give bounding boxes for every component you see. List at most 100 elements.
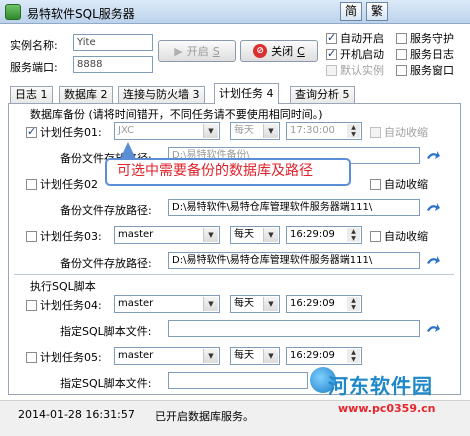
task01-time-spinner[interactable]: 17:30:00 ▲ ▼ bbox=[286, 122, 362, 140]
tab-scheduled-tasks[interactable]: 计划任务 4 bbox=[214, 83, 279, 104]
task05-label: 计划任务05: bbox=[40, 351, 102, 364]
play-icon: ▶ bbox=[174, 44, 183, 58]
task01-freq-value: 每天 bbox=[234, 125, 254, 136]
start-button-label: 开启 bbox=[186, 45, 209, 58]
watermark-text: 河东软件园 bbox=[328, 374, 433, 398]
spin-down-icon[interactable]: ▼ bbox=[347, 131, 360, 138]
task05-db-select[interactable]: master ▼ bbox=[114, 347, 220, 365]
spin-down-icon[interactable]: ▼ bbox=[347, 356, 360, 363]
task04-db-value: master bbox=[118, 298, 154, 309]
browse-folder-icon[interactable] bbox=[425, 254, 441, 268]
task03-freq-select[interactable]: 每天 ▼ bbox=[230, 226, 280, 244]
task02-checkbox[interactable]: 计划任务02 bbox=[26, 176, 98, 192]
status-message: 已开启数据库服务。 bbox=[155, 410, 254, 423]
dropdown-arrow-icon[interactable]: ▼ bbox=[263, 349, 278, 363]
task05-db-value: master bbox=[118, 350, 154, 361]
service-guard-label: 服务守护 bbox=[410, 32, 454, 45]
task03-path-input[interactable]: D:\易特软件\易特仓库管理软件服务器端111\ bbox=[168, 252, 420, 269]
task01-db-select[interactable]: JXC ▼ bbox=[114, 122, 220, 140]
dropdown-arrow-icon[interactable]: ▼ bbox=[203, 124, 218, 138]
tab-log[interactable]: 日志 1 bbox=[10, 86, 53, 103]
task05-file-input[interactable] bbox=[168, 372, 308, 389]
checkbox-box[interactable] bbox=[26, 299, 37, 311]
task03-db-select[interactable]: master ▼ bbox=[114, 226, 220, 244]
checkbox-box[interactable] bbox=[370, 230, 381, 242]
default-instance-checkbox[interactable]: 默认实例 bbox=[326, 62, 384, 78]
instance-input[interactable]: Yite bbox=[73, 34, 153, 51]
port-input[interactable]: 8888 bbox=[73, 56, 153, 73]
task04-db-select[interactable]: master ▼ bbox=[114, 295, 220, 313]
boot-start-label: 开机启动 bbox=[340, 48, 384, 61]
task01-db-value: JXC bbox=[118, 125, 135, 136]
task05-checkbox[interactable]: 计划任务05: bbox=[26, 349, 102, 365]
task02-path-label: 备份文件存放路径: bbox=[60, 204, 152, 217]
boot-start-checkbox[interactable]: 开机启动 bbox=[326, 46, 384, 62]
task02-path-input[interactable]: D:\易特软件\易特仓库管理软件服务器端111\ bbox=[168, 199, 420, 216]
dropdown-arrow-icon[interactable]: ▼ bbox=[263, 124, 278, 138]
checkbox-box[interactable] bbox=[26, 125, 37, 138]
checkbox-box[interactable] bbox=[26, 178, 37, 190]
spin-down-icon[interactable]: ▼ bbox=[347, 304, 360, 311]
task04-time-spinner[interactable]: 16:29:09 ▲ ▼ bbox=[286, 295, 362, 313]
dropdown-arrow-icon[interactable]: ▼ bbox=[263, 297, 278, 311]
checkbox-box[interactable] bbox=[396, 32, 407, 44]
browse-folder-icon[interactable] bbox=[425, 201, 441, 215]
close-button-key: C bbox=[297, 44, 305, 58]
dropdown-arrow-icon[interactable]: ▼ bbox=[203, 349, 218, 363]
traditional-button[interactable]: 繁 bbox=[366, 2, 388, 21]
checkbox-box[interactable] bbox=[370, 178, 381, 190]
dropdown-arrow-icon[interactable]: ▼ bbox=[203, 297, 218, 311]
checkbox-box[interactable] bbox=[26, 351, 37, 363]
spin-up-icon[interactable]: ▲ bbox=[347, 228, 360, 235]
close-button[interactable]: ⊘ 关闭 C bbox=[240, 40, 318, 62]
checkbox-box[interactable] bbox=[396, 48, 407, 60]
task03-time-spinner[interactable]: 16:29:09 ▲ ▼ bbox=[286, 226, 362, 244]
auto-start-checkbox[interactable]: 自动开启 bbox=[326, 30, 384, 46]
sql-section-title: 执行SQL脚本 bbox=[30, 280, 96, 293]
service-log-checkbox[interactable]: 服务日志 bbox=[396, 46, 454, 62]
service-guard-checkbox[interactable]: 服务守护 bbox=[396, 30, 454, 46]
task04-label: 计划任务04: bbox=[40, 299, 102, 312]
spin-down-icon[interactable]: ▼ bbox=[347, 235, 360, 242]
start-button-key: S bbox=[212, 44, 220, 58]
task03-checkbox[interactable]: 计划任务03: bbox=[26, 228, 102, 244]
simplified-button[interactable]: 简 bbox=[340, 2, 362, 21]
task01-auto-compress-checkbox[interactable]: 自动收缩 bbox=[370, 124, 428, 140]
close-button-label: 关闭 bbox=[271, 45, 294, 58]
spin-up-icon[interactable]: ▲ bbox=[347, 297, 360, 304]
task02-label: 计划任务02 bbox=[40, 178, 98, 191]
checkbox-box[interactable] bbox=[396, 64, 407, 76]
task05-time-spinner[interactable]: 16:29:09 ▲ ▼ bbox=[286, 347, 362, 365]
task03-time-value: 16:29:09 bbox=[290, 229, 335, 240]
checkbox-box[interactable] bbox=[326, 31, 337, 44]
tab-query-analysis[interactable]: 查询分析 5 bbox=[290, 86, 355, 103]
start-button[interactable]: ▶ 开启 S bbox=[158, 40, 236, 62]
stop-icon: ⊘ bbox=[253, 44, 268, 58]
task04-time-value: 16:29:09 bbox=[290, 298, 335, 309]
service-window-checkbox[interactable]: 服务窗口 bbox=[396, 62, 454, 78]
task03-path-label: 备份文件存放路径: bbox=[60, 257, 152, 270]
spin-up-icon[interactable]: ▲ bbox=[347, 349, 360, 356]
dropdown-arrow-icon[interactable]: ▼ bbox=[263, 228, 278, 242]
task04-file-input[interactable] bbox=[168, 320, 420, 337]
spin-up-icon[interactable]: ▲ bbox=[347, 124, 360, 131]
task01-freq-select[interactable]: 每天 ▼ bbox=[230, 122, 280, 140]
task04-checkbox[interactable]: 计划任务04: bbox=[26, 297, 102, 313]
tab-connection-firewall[interactable]: 连接与防火墙 3 bbox=[118, 86, 205, 103]
task05-freq-select[interactable]: 每天 ▼ bbox=[230, 347, 280, 365]
dropdown-arrow-icon[interactable]: ▼ bbox=[203, 228, 218, 242]
checkbox-box[interactable] bbox=[326, 64, 337, 76]
checkbox-box[interactable] bbox=[26, 230, 37, 242]
task03-auto-compress-checkbox[interactable]: 自动收缩 bbox=[370, 228, 428, 244]
tab-database[interactable]: 数据库 2 bbox=[59, 86, 113, 103]
checkbox-box[interactable] bbox=[326, 47, 337, 60]
checkbox-box[interactable] bbox=[370, 126, 381, 138]
task02-auto-compress-checkbox[interactable]: 自动收缩 bbox=[370, 176, 428, 192]
task01-checkbox[interactable]: 计划任务01: bbox=[26, 124, 102, 140]
task05-time-value: 16:29:09 bbox=[290, 350, 335, 361]
task03-label: 计划任务03: bbox=[40, 230, 102, 243]
app-icon bbox=[5, 4, 21, 20]
task04-freq-select[interactable]: 每天 ▼ bbox=[230, 295, 280, 313]
browse-folder-icon[interactable] bbox=[425, 149, 441, 163]
browse-file-icon[interactable] bbox=[425, 322, 441, 336]
